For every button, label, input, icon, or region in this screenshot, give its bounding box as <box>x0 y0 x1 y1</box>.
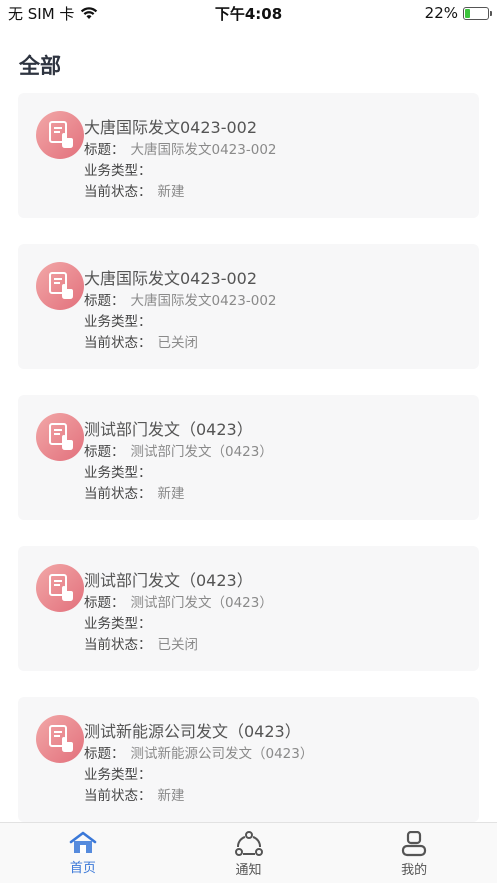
business-type-label: 业务类型： <box>84 465 152 481</box>
state-label: 当前状态： <box>84 184 152 200</box>
state-value: 已关闭 <box>157 335 199 351</box>
business-type-label: 业务类型： <box>84 767 152 783</box>
subject-value: 测试新能源公司发文（0423） <box>130 746 314 762</box>
card-business-type-row: 业务类型： <box>84 310 158 330</box>
carrier-label: 无 SIM 卡 <box>8 4 75 23</box>
tab-label: 通知 <box>235 863 262 878</box>
card-business-type-row: 业务类型： <box>84 763 158 783</box>
document-tap-icon <box>49 272 73 299</box>
tab-label: 我的 <box>401 863 428 878</box>
subject-label: 标题： <box>84 444 125 460</box>
tab-user[interactable]: 我的 <box>331 823 497 883</box>
state-label: 当前状态： <box>84 486 152 502</box>
user-icon <box>402 831 427 857</box>
subject-label: 标题： <box>84 746 125 762</box>
card-subject-row: 标题： 测试新能源公司发文（0423） <box>84 742 313 762</box>
document-icon <box>36 262 84 310</box>
document-icon <box>36 715 84 763</box>
battery-icon <box>463 6 492 20</box>
business-type-label: 业务类型： <box>84 163 152 179</box>
document-list: 大唐国际发文0423-002 标题： 大唐国际发文0423-002 业务类型： 当前状态… <box>18 93 479 848</box>
page-title: 全部 <box>19 54 61 78</box>
state-label: 当前状态： <box>84 637 152 653</box>
subject-label: 标题： <box>84 595 125 611</box>
document-tap-icon <box>49 423 73 450</box>
card-state-row: 当前状态： 已关闭 <box>84 331 198 351</box>
subject-value: 测试部门发文（0423） <box>130 595 273 611</box>
card-state-row: 当前状态： 新建 <box>84 180 185 200</box>
subject-value: 大唐国际发文0423-002 <box>130 142 277 158</box>
document-icon <box>36 564 84 612</box>
card-state-row: 当前状态： 新建 <box>84 784 185 804</box>
state-label: 当前状态： <box>84 335 152 351</box>
document-card[interactable]: 测试新能源公司发文（0423） 标题： 测试新能源公司发文（0423） 业务类型： 当前… <box>18 697 479 822</box>
document-icon <box>36 413 84 461</box>
card-subject-row: 标题： 大唐国际发文0423-002 <box>84 138 277 158</box>
wifi-icon <box>81 7 98 19</box>
state-value: 新建 <box>157 788 185 804</box>
card-business-type-row: 业务类型： <box>84 461 158 481</box>
subject-label: 标题： <box>84 142 125 158</box>
card-business-type-row: 业务类型： <box>84 612 158 632</box>
tab-bar: 首页 通知 我的 <box>0 822 497 883</box>
status-bar: 无 SIM 卡 下午4:08 22% <box>0 0 497 26</box>
card-title: 大唐国际发文0423-002 <box>84 269 258 288</box>
share-icon <box>234 831 263 856</box>
battery-level <box>465 8 470 18</box>
card-title: 测试部门发文（0423） <box>84 571 253 590</box>
subject-label: 标题： <box>84 293 125 309</box>
document-card[interactable]: 大唐国际发文0423-002 标题： 大唐国际发文0423-002 业务类型： 当前状态… <box>18 93 479 218</box>
subject-value: 测试部门发文（0423） <box>130 444 273 460</box>
battery-percent: 22% <box>424 4 458 22</box>
card-subject-row: 标题： 大唐国际发文0423-002 <box>84 289 277 309</box>
card-state-row: 当前状态： 新建 <box>84 482 185 502</box>
document-card[interactable]: 测试部门发文（0423） 标题： 测试部门发文（0423） 业务类型： 当前状态： 已关闭 <box>18 546 479 671</box>
card-title: 测试新能源公司发文（0423） <box>84 722 301 741</box>
subject-value: 大唐国际发文0423-002 <box>130 293 277 309</box>
tab-label: 首页 <box>69 861 96 876</box>
document-card[interactable]: 测试部门发文（0423） 标题： 测试部门发文（0423） 业务类型： 当前状态： 新建 <box>18 395 479 520</box>
document-tap-icon <box>49 574 73 601</box>
card-subject-row: 标题： 测试部门发文（0423） <box>84 440 273 460</box>
card-title: 测试部门发文（0423） <box>84 420 253 439</box>
card-business-type-row: 业务类型： <box>84 159 158 179</box>
document-card[interactable]: 大唐国际发文0423-002 标题： 大唐国际发文0423-002 业务类型： 当前状态… <box>18 244 479 369</box>
tab-share[interactable]: 通知 <box>166 823 332 883</box>
state-label: 当前状态： <box>84 788 152 804</box>
card-title: 大唐国际发文0423-002 <box>84 118 258 137</box>
tab-home[interactable]: 首页 <box>0 823 166 883</box>
state-value: 新建 <box>157 184 185 200</box>
document-tap-icon <box>49 121 73 148</box>
card-subject-row: 标题： 测试部门发文（0423） <box>84 591 273 611</box>
document-icon <box>36 111 84 159</box>
state-value: 新建 <box>157 486 185 502</box>
document-tap-icon <box>49 725 73 752</box>
card-state-row: 当前状态： 已关闭 <box>84 633 198 653</box>
business-type-label: 业务类型： <box>84 314 152 330</box>
state-value: 已关闭 <box>157 637 199 653</box>
home-icon <box>69 831 97 853</box>
business-type-label: 业务类型： <box>84 616 152 632</box>
